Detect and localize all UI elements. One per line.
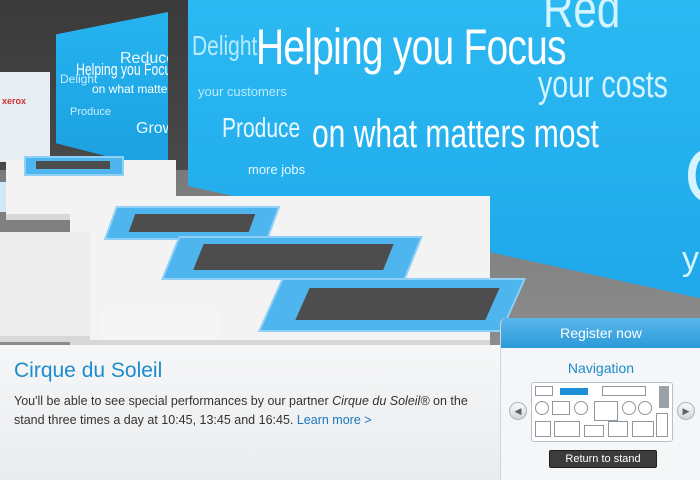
next-arrow-icon[interactable]: ▶ [677, 402, 695, 420]
minimap-table [638, 401, 652, 415]
demo-pad-1 [103, 206, 281, 240]
register-now-button[interactable]: Register now [501, 318, 700, 348]
white-block [0, 232, 90, 342]
learn-more-link[interactable]: Learn more > [297, 413, 372, 427]
demo-pad-far [24, 156, 124, 176]
banner-word-grow-sub: y [682, 240, 699, 278]
left-sign: xerox [0, 72, 50, 212]
banner-word-reduce: Red [543, 0, 621, 39]
minimap-zone [632, 421, 654, 437]
minimap-zone [602, 386, 646, 396]
minimap-table [535, 401, 549, 415]
demo-pad-mat [193, 244, 394, 270]
caption-body-text: You'll be able to see special performanc… [14, 394, 333, 408]
banner-word-reduce-sub: your costs [538, 64, 668, 106]
minimap-zone [552, 401, 570, 415]
stand-render-image: xerox Helping you Focus on what matters … [0, 0, 700, 345]
banner-word-produce-sub: more jobs [248, 162, 306, 177]
minimap-zone [656, 413, 668, 437]
demo-pad-mat [128, 214, 256, 232]
minimap-zone [554, 421, 580, 437]
caption-partner-name: Cirque du Soleil® [332, 394, 430, 408]
banner-subheadline: on what matters most [312, 112, 599, 156]
minimap-zone [584, 425, 604, 437]
minimap-current-location [560, 388, 588, 395]
caption-title: Cirque du Soleil [14, 359, 163, 382]
stand-minimap[interactable] [531, 382, 673, 442]
minimap-zone [535, 386, 553, 396]
banner-word-produce: Produce [222, 112, 301, 143]
banner-headline: Helping you Focus [256, 19, 567, 75]
small-banner-reduce: Reduce [120, 50, 168, 67]
demo-pad-mat [295, 288, 500, 320]
small-banner-grow: Grow [136, 120, 168, 137]
minimap-table [574, 401, 588, 415]
demo-pad-mat [36, 161, 110, 169]
left-sign-logo: xerox [2, 96, 27, 106]
small-banner-delight: Delight [60, 72, 98, 86]
banner-word-grow: G [684, 130, 700, 222]
banner-word-delight: Delight [192, 30, 258, 61]
small-banner-subheadline: on what matters [92, 82, 168, 96]
minimap-zone [594, 401, 618, 421]
demo-pad-3 [257, 278, 527, 332]
navigation-panel: Register now Navigation ◀ ▶ Return to st… [500, 318, 700, 480]
demo-pad-2 [161, 236, 423, 280]
banner-word-delight-sub: your customers [198, 84, 287, 99]
minimap-scrollbar[interactable] [659, 386, 669, 408]
info-caption: Cirque du Soleil You'll be able to see s… [0, 345, 500, 480]
minimap-table [622, 401, 636, 415]
caption-body: You'll be able to see special performanc… [14, 392, 494, 430]
prev-arrow-icon[interactable]: ◀ [509, 402, 527, 420]
minimap-zone [535, 421, 551, 437]
small-banner-produce: Produce [70, 106, 111, 118]
white-block [100, 310, 220, 345]
minimap-zone [608, 421, 628, 437]
navigation-heading: Navigation [567, 360, 635, 376]
return-to-stand-button[interactable]: Return to stand [549, 450, 657, 468]
